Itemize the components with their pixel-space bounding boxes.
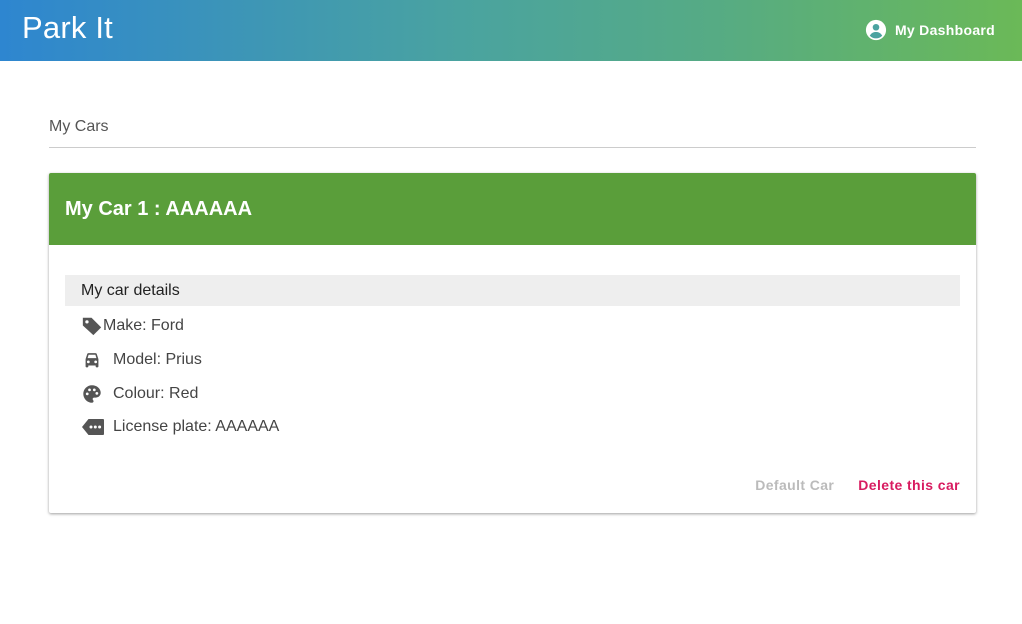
detail-model: Model: Prius — [81, 348, 202, 372]
detail-colour: Colour: Red — [81, 382, 198, 406]
detail-make: Make: Ford — [81, 314, 184, 338]
car-icon — [81, 349, 103, 371]
account-circle-icon — [865, 19, 887, 41]
default-car-button[interactable]: Default Car — [755, 477, 834, 493]
palette-icon — [81, 383, 103, 405]
section-title: My Cars — [49, 118, 109, 135]
detail-license-plate-text: License plate: AAAAAA — [113, 418, 280, 435]
tag-icon — [81, 315, 103, 337]
detail-colour-text: Colour: Red — [113, 385, 199, 402]
app-title[interactable]: Park It — [22, 10, 113, 46]
license-plate-icon — [81, 416, 104, 438]
car-details-heading-bar: My car details — [65, 275, 960, 306]
app-header: Park It My Dashboard — [0, 0, 1022, 61]
car-card-title: My Car 1 : AAAAAA — [65, 198, 253, 220]
detail-model-text: Model: Prius — [113, 351, 202, 368]
detail-make-text: Make: Ford — [103, 317, 184, 334]
car-card-actions: Default Car Delete this car — [755, 477, 960, 493]
detail-license-plate: License plate: AAAAAA — [81, 415, 279, 439]
delete-car-button[interactable]: Delete this car — [858, 477, 960, 493]
car-card-header: My Car 1 : AAAAAA — [49, 173, 976, 245]
car-details-heading: My car details — [81, 282, 180, 299]
my-dashboard-label: My Dashboard — [894, 22, 995, 38]
section-divider — [49, 147, 976, 148]
car-card: My Car 1 : AAAAAA My car details Make: F… — [49, 173, 976, 513]
my-dashboard-button[interactable]: My Dashboard — [865, 18, 995, 42]
